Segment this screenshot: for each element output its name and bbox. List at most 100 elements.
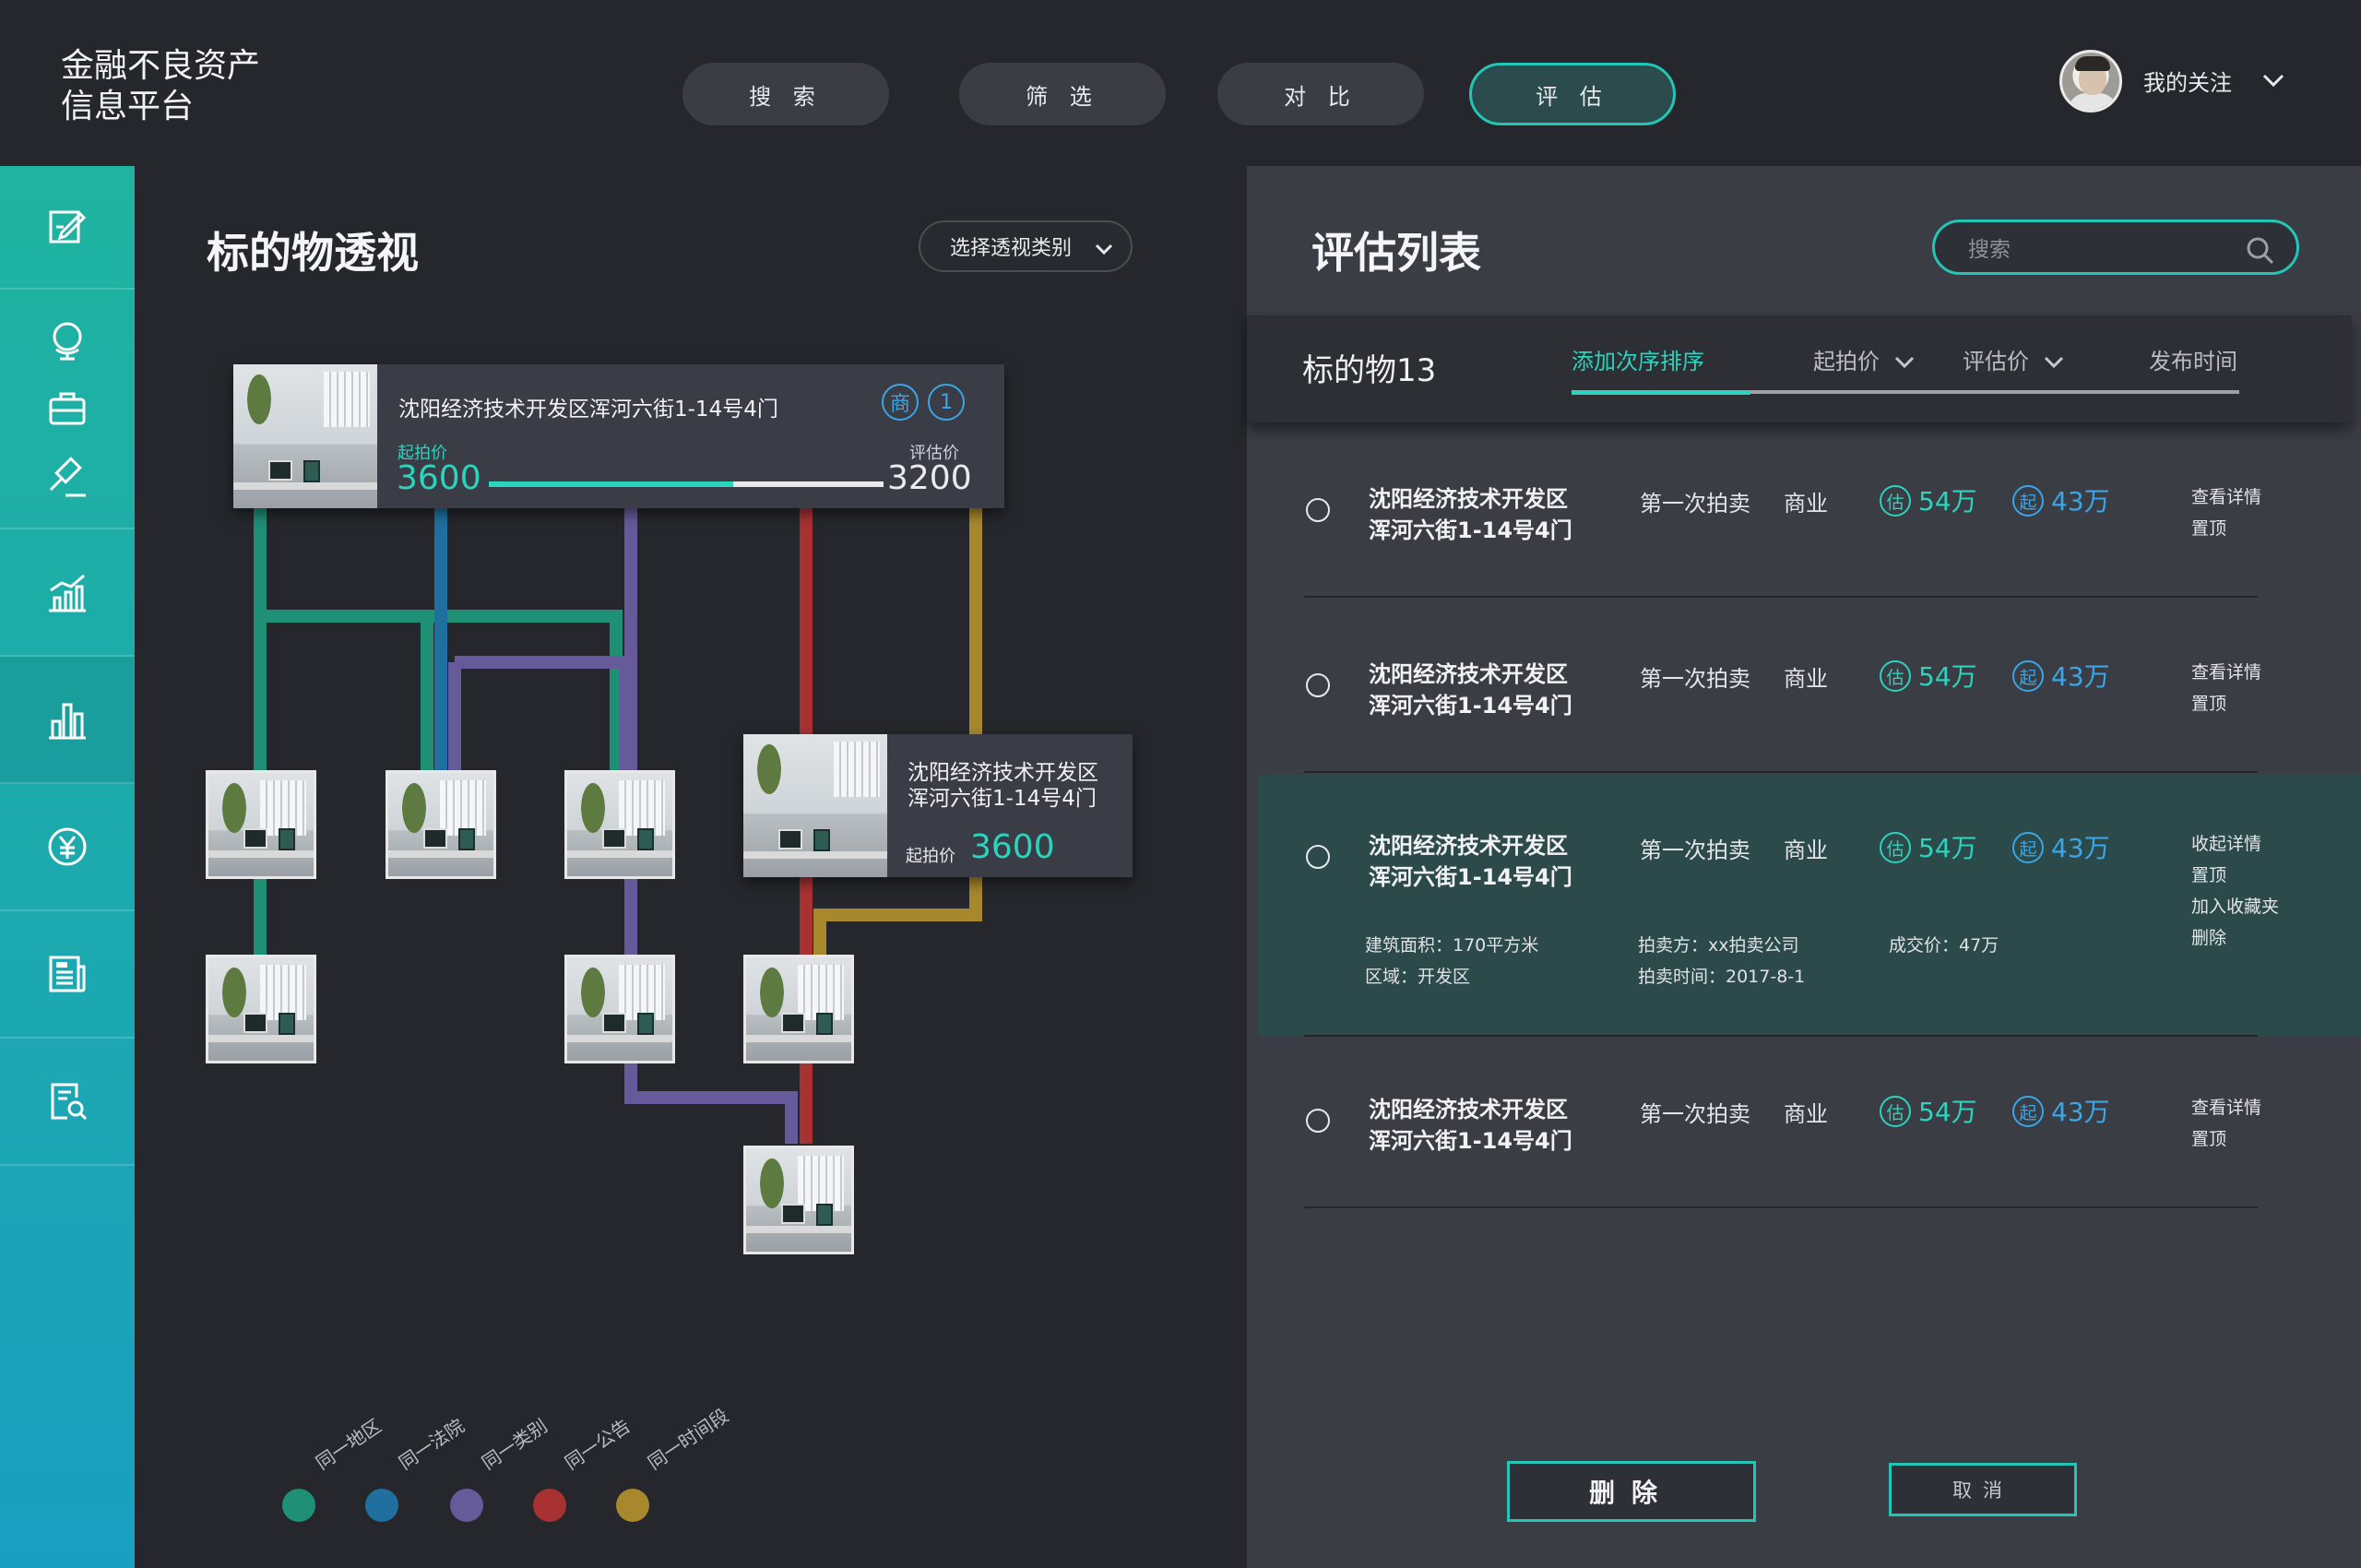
asset-thumbnail[interactable] [743, 1146, 854, 1254]
eval-badge: 估 [1880, 660, 1911, 692]
row-start-value: 43万 [2051, 486, 2110, 517]
delete-button[interactable]: 删除 [1507, 1461, 1756, 1522]
search-placeholder: 搜索 [1968, 238, 2011, 262]
sort-tab-label: 评估价 [1963, 349, 2029, 374]
asset-thumbnail [743, 734, 887, 877]
row-round: 第一次拍卖 [1640, 491, 1750, 517]
asset-thumbnail[interactable] [743, 955, 854, 1063]
asset-thumbnail[interactable] [206, 770, 316, 879]
pin-top-link[interactable]: 置顶 [2191, 688, 2261, 719]
related-asset-name-line2: 浑河六街1-14号4门 [908, 787, 1097, 811]
sort-underline-active [1572, 390, 1750, 395]
row-start-value: 43万 [2051, 661, 2110, 692]
cancel-button[interactable]: 取消 [1889, 1463, 2077, 1516]
row-name: 沈阳经济技术开发区 浑河六街1-14号4门 [1369, 659, 1581, 721]
add-favorite-link[interactable]: 加入收藏夹 [2191, 891, 2279, 922]
legend-dot-category[interactable] [450, 1489, 483, 1522]
sort-tab-eval-price[interactable]: 评估价 [1963, 343, 2066, 375]
sort-tab-added-order[interactable]: 添加次序排序 [1572, 343, 1704, 375]
row-name-line1: 沈阳经济技术开发区 [1369, 833, 1568, 859]
row-name: 沈阳经济技术开发区 浑河六街1-14号4门 [1369, 483, 1581, 546]
row-start-value: 43万 [2051, 833, 2110, 863]
row-divider [1304, 1206, 2258, 1208]
row-type: 商业 [1784, 666, 1828, 692]
sort-tab-publish-time[interactable]: 发布时间 [2149, 343, 2237, 375]
detail-time: 拍卖时间：2017-8-1 [1638, 967, 1806, 987]
row-divider [1304, 771, 2258, 773]
view-detail-link[interactable]: 查看详情 [2191, 1092, 2261, 1123]
pin-top-link[interactable]: 置顶 [2191, 513, 2261, 544]
row-radio[interactable] [1306, 1109, 1330, 1133]
row-round: 第一次拍卖 [1640, 1101, 1750, 1127]
detail-area: 建筑面积：170平方米 [1365, 935, 1539, 956]
legend-dot-region[interactable] [282, 1489, 315, 1522]
commercial-badge: 商 [882, 384, 919, 421]
main-eval-value: 3200 [887, 459, 972, 497]
row-name-line2: 浑河六街1-14号4门 [1369, 693, 1572, 719]
row-actions: 收起详情 置顶 加入收藏夹 删除 [2191, 828, 2279, 954]
pin-top-link[interactable]: 置顶 [2191, 1123, 2261, 1155]
sort-tab-start-price[interactable]: 起拍价 [1813, 343, 1916, 375]
eval-badge: 估 [1880, 832, 1911, 863]
search-icon[interactable] [2245, 235, 2276, 267]
detail-seller: 拍卖方：xx拍卖公司 [1638, 935, 1799, 956]
row-name-line2: 浑河六街1-14号4门 [1369, 517, 1572, 543]
row-eval-value: 54万 [1918, 833, 1977, 863]
eval-badge: 估 [1880, 485, 1911, 517]
row-divider [1304, 1035, 2258, 1037]
line-same-period [813, 507, 982, 955]
row-round: 第一次拍卖 [1640, 837, 1750, 863]
row-detail-col1: 建筑面积：170平方米 区域：开发区 [1365, 930, 1538, 992]
asset-thumbnail[interactable] [386, 770, 496, 879]
row-round: 第一次拍卖 [1640, 666, 1750, 692]
chevron-down-icon [1894, 356, 1914, 369]
row-name: 沈阳经济技术开发区 浑河六街1-14号4门 [1369, 830, 1581, 893]
start-badge: 起 [2012, 485, 2044, 517]
sort-tab-label: 起拍价 [1813, 349, 1880, 374]
main-start-value: 3600 [397, 459, 481, 497]
line-same-category-branch [455, 656, 632, 770]
row-detail-col3: 成交价：47万 [1889, 930, 1999, 961]
row-name-line1: 沈阳经济技术开发区 [1369, 1097, 1568, 1123]
start-badge: 起 [2012, 832, 2044, 863]
view-detail-link[interactable]: 查看详情 [2191, 481, 2261, 513]
count-badge: 1 [928, 384, 965, 421]
search-input[interactable]: 搜索 [1932, 220, 2299, 275]
asset-count-label: 标的物13 [1302, 352, 1437, 389]
row-radio[interactable] [1306, 673, 1330, 697]
legend-dot-court[interactable] [365, 1489, 398, 1522]
row-divider [1304, 596, 2258, 598]
row-eval-value: 54万 [1918, 661, 1977, 692]
asset-thumbnail [233, 364, 377, 508]
row-type: 商业 [1784, 491, 1828, 517]
view-detail-link[interactable]: 查看详情 [2191, 657, 2261, 688]
detail-region: 区域：开发区 [1365, 967, 1471, 987]
pin-top-link[interactable]: 置顶 [2191, 860, 2279, 891]
row-name-line2: 浑河六街1-14号4门 [1369, 864, 1572, 890]
asset-thumbnail[interactable] [564, 770, 675, 879]
row-eval-value: 54万 [1918, 486, 1977, 517]
price-progress-track [489, 481, 884, 487]
collapse-detail-link[interactable]: 收起详情 [2191, 828, 2279, 860]
start-badge: 起 [2012, 660, 2044, 692]
row-actions: 查看详情 置顶 [2191, 481, 2261, 544]
row-actions: 查看详情 置顶 [2191, 1092, 2261, 1155]
row-name-line1: 沈阳经济技术开发区 [1369, 486, 1568, 512]
row-radio[interactable] [1306, 845, 1330, 869]
delete-link[interactable]: 删除 [2191, 922, 2279, 954]
row-detail-col2: 拍卖方：xx拍卖公司 拍卖时间：2017-8-1 [1638, 930, 1805, 992]
row-actions: 查看详情 置顶 [2191, 657, 2261, 719]
asset-thumbnail[interactable] [206, 955, 316, 1063]
row-type: 商业 [1784, 1101, 1828, 1127]
row-name: 沈阳经济技术开发区 浑河六街1-14号4门 [1369, 1094, 1581, 1157]
row-radio[interactable] [1306, 498, 1330, 522]
row-eval-value: 54万 [1918, 1097, 1977, 1127]
evaluation-title: 评估列表 [1311, 228, 1481, 278]
chevron-down-icon [2044, 356, 2063, 369]
related-start-label: 起拍价 [906, 847, 955, 866]
legend-dot-notice[interactable] [533, 1489, 566, 1522]
detail-deal-price: 成交价：47万 [1889, 935, 1999, 956]
legend-dot-period[interactable] [616, 1489, 649, 1522]
row-start-value: 43万 [2051, 1097, 2110, 1127]
asset-thumbnail[interactable] [564, 955, 675, 1063]
